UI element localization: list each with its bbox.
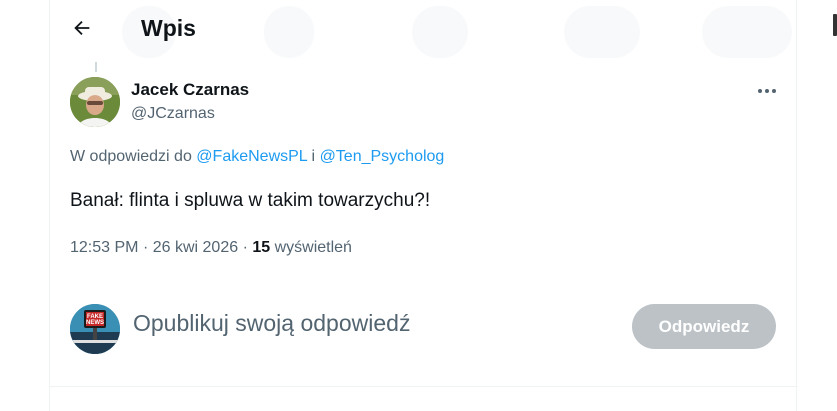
mention-link[interactable]: @Ten_Psycholog	[320, 148, 445, 165]
reply-prefix: W odpowiedzi do	[70, 148, 192, 165]
more-options-button[interactable]	[750, 76, 784, 106]
tweet-time[interactable]: 12:53 PM	[70, 239, 138, 256]
window-edge	[833, 14, 837, 36]
meta-separator: ·	[142, 239, 149, 256]
more-dots-icon	[758, 89, 776, 93]
thread-line	[95, 62, 97, 72]
arrow-left-icon	[74, 20, 90, 36]
reply-context: W odpowiedzi do @FakeNewsPL i @Ten_Psych…	[70, 148, 444, 166]
author-handle[interactable]: @JCzarnas	[131, 105, 215, 123]
mention-link[interactable]: @FakeNewsPL	[196, 148, 307, 165]
tweet-meta: 12:53 PM · 26 kwi 2026 · 15 wyświetleń	[70, 239, 352, 257]
ghost-shape	[564, 6, 640, 58]
reply-button[interactable]: Odpowiedz	[632, 304, 776, 349]
page-title: Wpis	[141, 15, 196, 41]
author-name[interactable]: Jacek Czarnas	[131, 80, 249, 100]
reply-join: i	[311, 148, 316, 165]
divider	[50, 386, 798, 387]
tweet-date[interactable]: 26 kwi 2026	[153, 239, 238, 256]
ghost-shape	[412, 6, 468, 58]
fake-news-avatar-icon: FAKE NEWS	[70, 304, 120, 354]
main-column: Wpis Jacek Czarnas @JCzarnas W odpowiedz…	[49, 0, 798, 411]
author-avatar[interactable]	[70, 77, 120, 127]
tweet-text: Banał: flinta i spluwa w takim towarzych…	[70, 190, 431, 211]
user-avatar-icon	[70, 77, 120, 127]
meta-separator: ·	[242, 239, 248, 256]
reply-input[interactable]: Opublikuj swoją odpowiedź	[133, 310, 410, 337]
composer-avatar[interactable]: FAKE NEWS	[70, 304, 120, 354]
ghost-shape	[264, 6, 314, 58]
views-count: 15	[252, 239, 271, 256]
svg-text:NEWS: NEWS	[86, 320, 104, 326]
views-label: wyświetleń	[274, 239, 352, 256]
back-button[interactable]	[64, 10, 100, 46]
page-header: Wpis	[50, 0, 798, 58]
ghost-shape	[702, 6, 792, 58]
